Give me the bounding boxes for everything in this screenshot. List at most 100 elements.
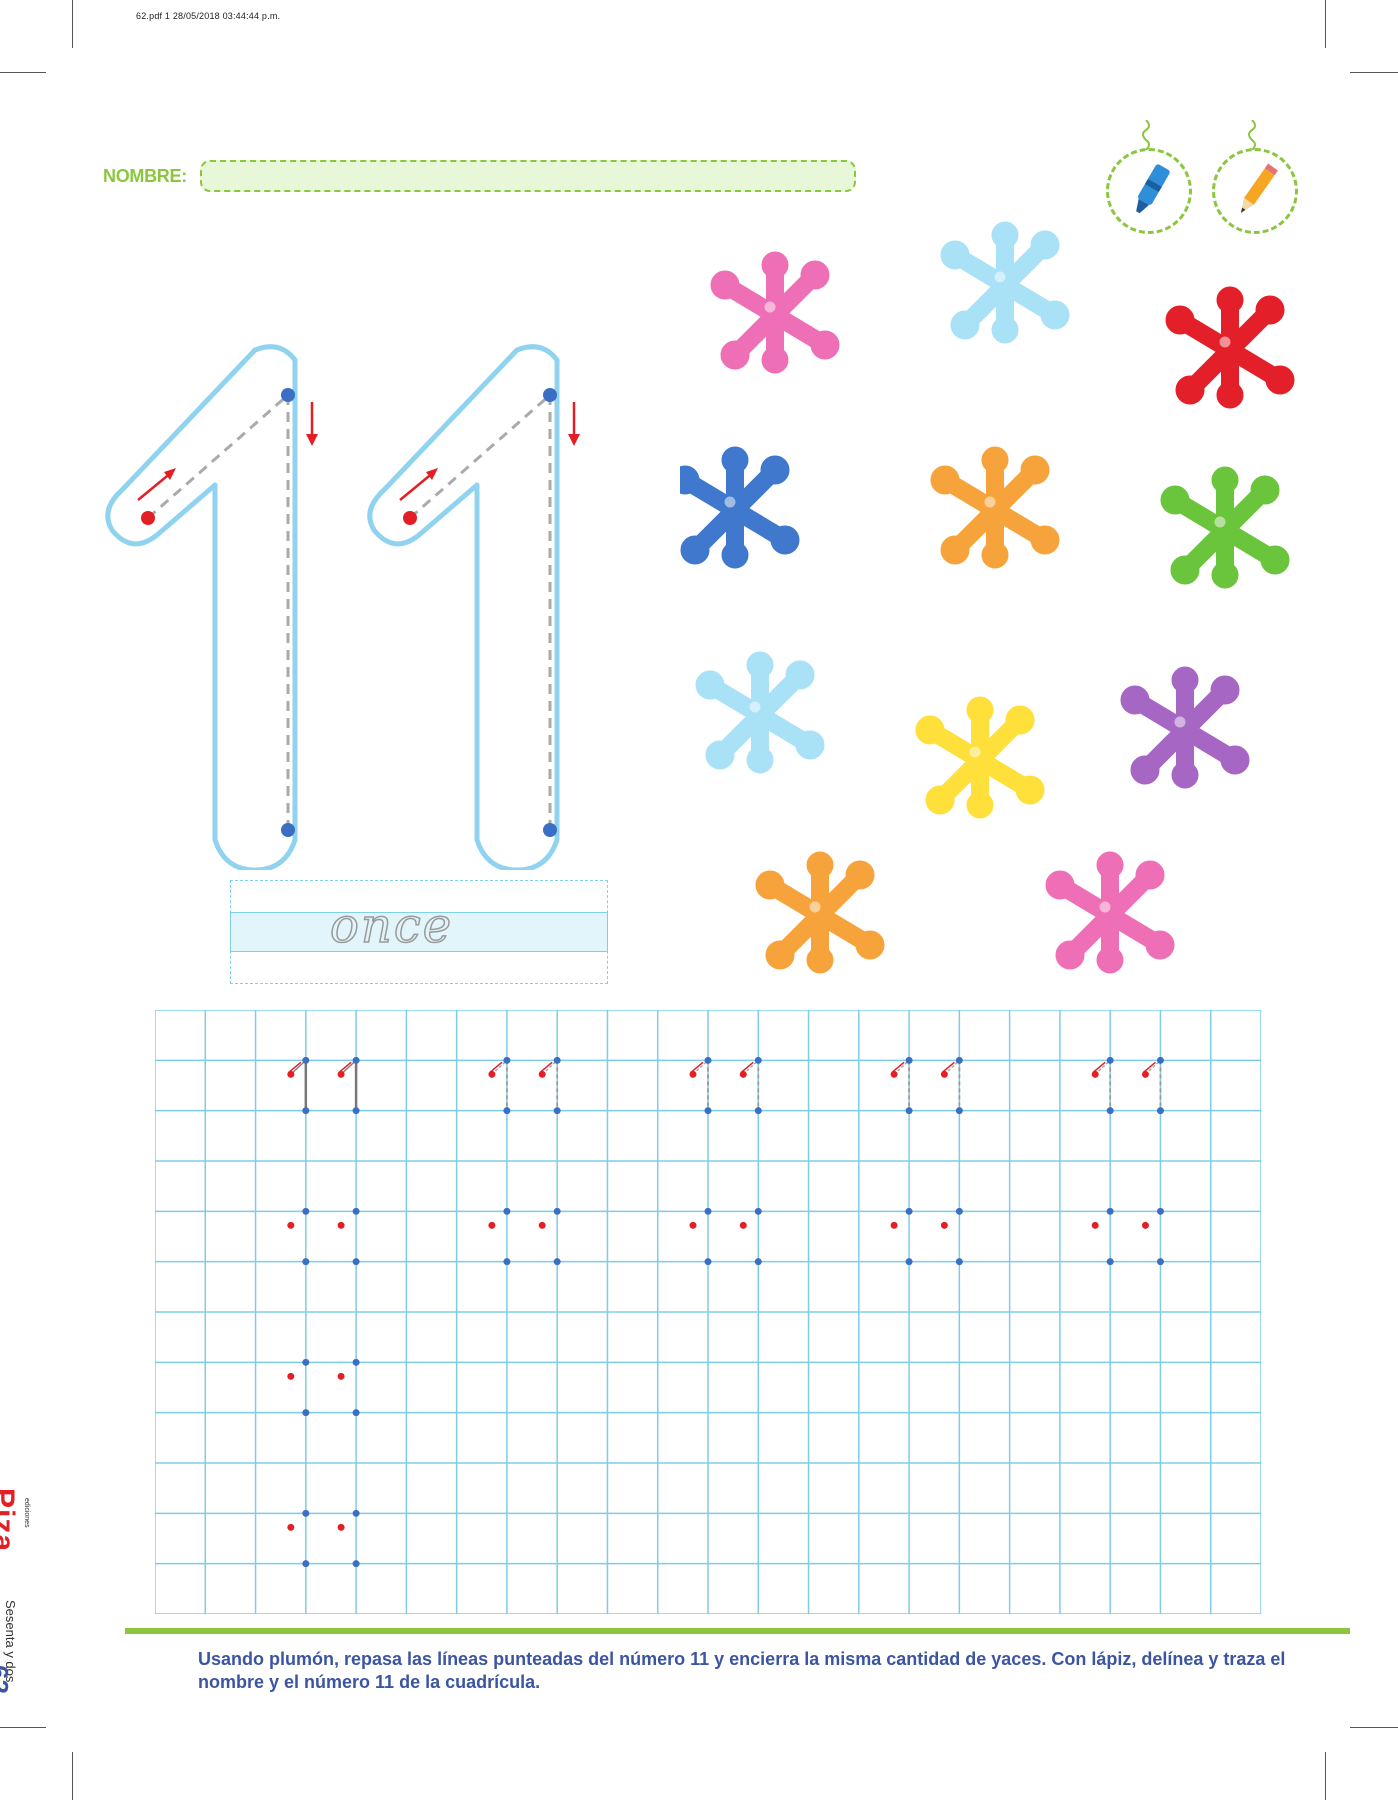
side-credits: [0, 0, 50, 220]
brand-subtitle: ediciones: [23, 1498, 30, 1528]
print-header: 62.pdf 1 28/05/2018 03:44:44 p.m.: [136, 11, 281, 21]
guide-dot: [352, 1056, 360, 1064]
guide-dot: [1106, 1207, 1114, 1215]
guide-dot: [1141, 1070, 1149, 1078]
guide-dot: [704, 1207, 712, 1215]
guide-dot: [1106, 1056, 1114, 1064]
guide-dot: [503, 1258, 511, 1266]
guide-dot: [503, 1056, 511, 1064]
guide-dot: [538, 1221, 546, 1229]
guide-dot: [704, 1056, 712, 1064]
guide-dot: [704, 1107, 712, 1115]
guide-dot: [553, 1207, 561, 1215]
guide-dot: [905, 1056, 913, 1064]
guide-dot: [754, 1107, 762, 1115]
guide-dot: [302, 1056, 310, 1064]
guide-dot: [739, 1070, 747, 1078]
jack-icon[interactable]: [756, 852, 884, 973]
guide-dot: [337, 1372, 345, 1380]
guide-dot: [302, 1207, 310, 1215]
tracing-grid[interactable]: [155, 1010, 1261, 1614]
numeral-tracing[interactable]: [100, 330, 620, 870]
guide-dot: [352, 1409, 360, 1417]
guide-dot: [689, 1221, 697, 1229]
jack-icon[interactable]: [916, 697, 1044, 818]
guide-dot: [739, 1221, 747, 1229]
guide-dot: [503, 1207, 511, 1215]
guide-dot: [890, 1070, 898, 1078]
instructions: Usando plumón, repasa las líneas puntead…: [198, 1649, 1286, 1692]
jack-icon[interactable]: [696, 652, 824, 773]
guide-dot: [302, 1107, 310, 1115]
guide-dot: [337, 1523, 345, 1531]
guide-dot: [352, 1258, 360, 1266]
name-field[interactable]: [200, 160, 856, 192]
guide-dot: [337, 1070, 345, 1078]
jack-icon[interactable]: [1121, 667, 1249, 788]
guide-dot: [352, 1358, 360, 1366]
numeral-digit[interactable]: [370, 347, 580, 870]
guide-dot: [302, 1560, 310, 1568]
guide-dot: [1156, 1056, 1164, 1064]
guide-dot: [352, 1509, 360, 1517]
swirl-icon: [1248, 120, 1256, 150]
crop-mark: [0, 72, 46, 73]
jacks-group: [680, 220, 1320, 990]
guide-dot: [553, 1107, 561, 1115]
jack-icon[interactable]: [711, 252, 839, 373]
jack-icon[interactable]: [1166, 287, 1294, 408]
guide-dot: [287, 1070, 295, 1078]
guide-dot: [1091, 1070, 1099, 1078]
crop-mark: [1325, 0, 1326, 48]
crop-mark: [1325, 1752, 1326, 1800]
guide-dot: [352, 1207, 360, 1215]
jack-icon[interactable]: [941, 222, 1069, 343]
guide-dot: [754, 1207, 762, 1215]
guide-dot: [955, 1207, 963, 1215]
guide-dot: [754, 1056, 762, 1064]
guide-dot: [689, 1070, 697, 1078]
jack-icon[interactable]: [1046, 852, 1174, 973]
guide-dot: [754, 1258, 762, 1266]
guide-dot: [302, 1509, 310, 1517]
swirl-icon: [1142, 120, 1150, 150]
grid-lines: [155, 1010, 1261, 1614]
guide-dot: [905, 1107, 913, 1115]
guide-dot: [287, 1523, 295, 1531]
crop-mark: [0, 1727, 46, 1728]
guide-dot: [1156, 1107, 1164, 1115]
jack-icon[interactable]: [931, 447, 1059, 568]
guide-dot: [905, 1258, 913, 1266]
guide-dot: [538, 1070, 546, 1078]
guide-dot: [337, 1221, 345, 1229]
brand-logo: Piza: [0, 1488, 20, 1553]
guide-dot: [553, 1258, 561, 1266]
guide-dot: [940, 1221, 948, 1229]
guide-dot: [352, 1107, 360, 1115]
guide-dot: [302, 1358, 310, 1366]
guide-dot: [287, 1221, 295, 1229]
guide-dot: [302, 1258, 310, 1266]
guide-dot: [287, 1372, 295, 1380]
divider-rule: [125, 1628, 1350, 1634]
guide-dot: [352, 1560, 360, 1568]
guide-dot: [302, 1409, 310, 1417]
guide-dot: [704, 1258, 712, 1266]
jack-icon[interactable]: [680, 447, 799, 568]
guide-dot: [955, 1258, 963, 1266]
jack-icon[interactable]: [1161, 467, 1289, 588]
guide-dot: [503, 1107, 511, 1115]
guide-dot: [1156, 1207, 1164, 1215]
crop-mark: [72, 0, 73, 48]
numeral-digit[interactable]: [108, 347, 318, 870]
word-trace[interactable]: once: [329, 897, 453, 955]
guide-dot: [553, 1056, 561, 1064]
guide-dot: [1156, 1258, 1164, 1266]
crop-mark: [1350, 72, 1398, 73]
name-label: NOMBRE:: [103, 166, 187, 186]
guide-dot: [940, 1070, 948, 1078]
guide-dot: [905, 1207, 913, 1215]
guide-dot: [1091, 1221, 1099, 1229]
guide-dot: [890, 1221, 898, 1229]
guide-dot: [488, 1070, 496, 1078]
